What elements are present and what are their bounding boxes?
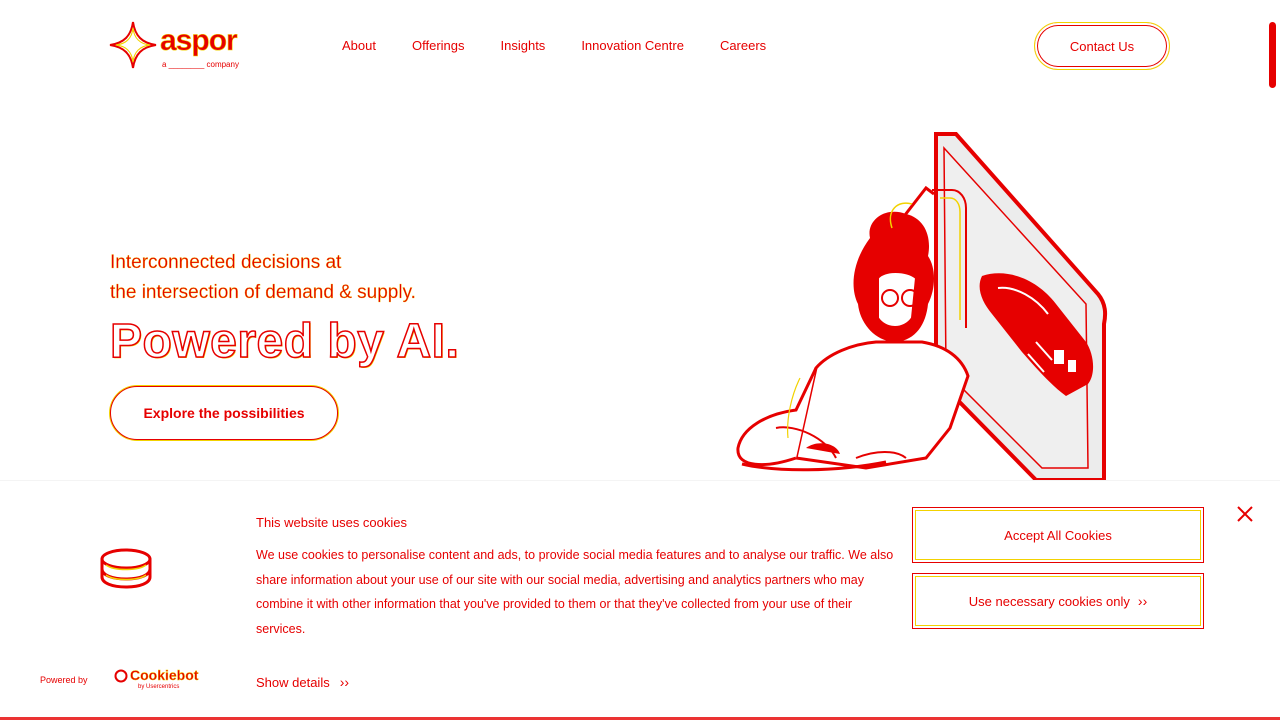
chevron-right-icon: ›› — [339, 674, 350, 690]
hero-headline-line-2: the intersection of demand & supply. — [110, 282, 416, 303]
page-scrollbar[interactable] — [1269, 22, 1276, 88]
cookiebot-name: Cookiebot — [130, 667, 199, 683]
cookie-stack-icon — [100, 548, 152, 589]
nav-item-careers[interactable]: Careers — [720, 38, 766, 53]
nav-item-innovation-centre[interactable]: Innovation Centre — [581, 38, 684, 53]
contact-us-button[interactable]: Contact Us — [1034, 22, 1170, 70]
nav-item-insights[interactable]: Insights — [501, 38, 546, 53]
cookiebot-sub: by Usercentrics — [138, 684, 180, 690]
chevron-right-icon: ›› — [1137, 593, 1148, 609]
hero-illustration — [736, 132, 1108, 480]
person-figure — [736, 185, 970, 472]
accept-all-cookies-button[interactable]: Accept All Cookies — [912, 507, 1204, 563]
hero-headline-line-1: Interconnected decisions at — [110, 252, 342, 273]
cookie-banner-title: This website uses cookies — [256, 515, 408, 530]
explore-possibilities-button[interactable]: Explore the possibilities — [110, 386, 338, 440]
nav-item-about[interactable]: About — [342, 38, 376, 53]
nav-item-offerings[interactable]: Offerings — [412, 38, 465, 53]
cookiebot-logo[interactable]: Cookiebot by Usercentrics — [114, 667, 214, 693]
cookiebot-mark-icon — [114, 669, 128, 683]
cookie-consent-banner: This website uses cookies We use cookies… — [0, 480, 1280, 720]
close-icon[interactable] — [1234, 503, 1256, 525]
necessary-cookies-only-button[interactable]: Use necessary cookies only ›› — [912, 573, 1204, 629]
main-nav: About Offerings Insights Innovation Cent… — [342, 38, 802, 53]
logo-tagline: a ________ company — [162, 60, 239, 69]
logo-star-icon — [109, 21, 157, 69]
powered-by-label: Powered by — [40, 675, 88, 685]
site-logo[interactable]: aspor a ________ company — [108, 20, 248, 72]
show-details-label: Show details — [256, 674, 330, 690]
logo-wordmark: aspor — [160, 24, 238, 58]
necessary-cookies-label: Use necessary cookies only — [968, 593, 1130, 609]
site-header: aspor a ________ company About Offerings… — [0, 0, 1280, 92]
cookie-banner-text: We use cookies to personalise content an… — [256, 548, 894, 636]
show-details-link[interactable]: Show details ›› — [256, 674, 349, 690]
hero-tagline: Powered by AI. — [109, 314, 460, 369]
